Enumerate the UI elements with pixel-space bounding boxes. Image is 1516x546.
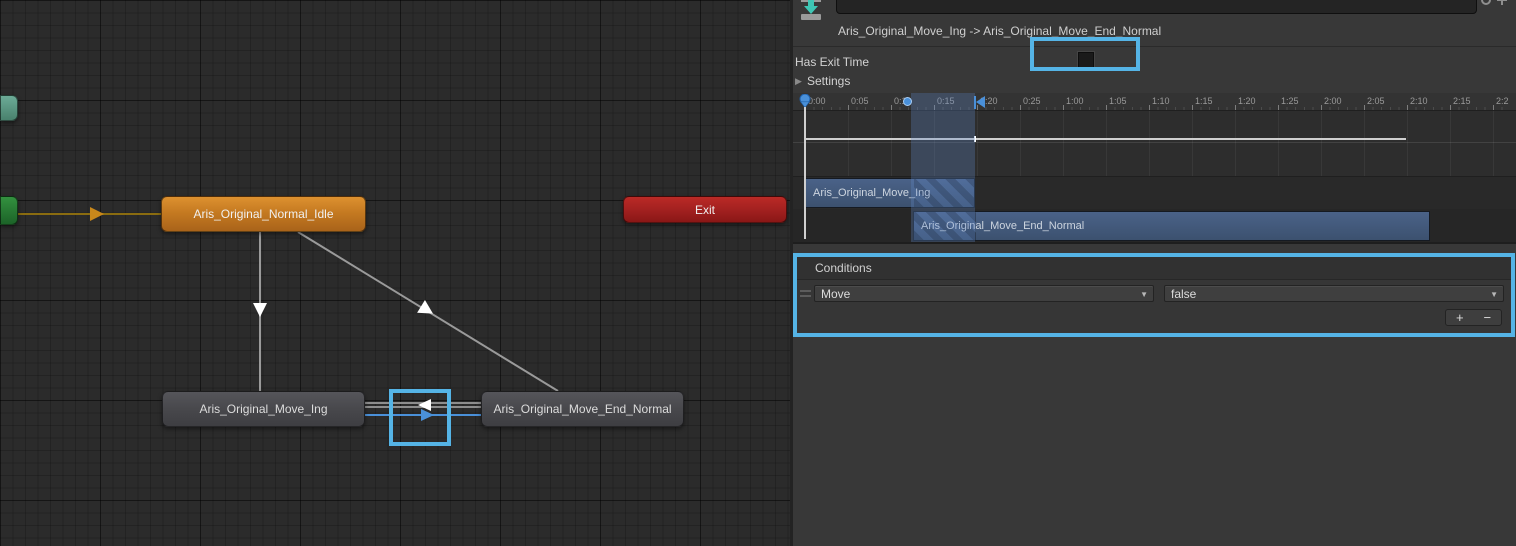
tick-label: 2:10 [1410,96,1428,106]
tick-label: 2:15 [1453,96,1471,106]
transition-arrow-icon [90,207,104,221]
divider [793,46,1516,47]
tick-label: 1:05 [1109,96,1127,106]
ruler-tick [1235,105,1236,110]
inspector-panel: Aris_Original_Move_Ing -> Aris_Original_… [793,0,1516,546]
state-node-label: Aris_Original_Move_Ing [199,402,327,416]
state-node-move-ing[interactable]: Aris_Original_Move_Ing [162,391,365,427]
ruler-tick [891,105,892,110]
transition-start-handle[interactable] [903,97,912,106]
state-node-label: Aris_Original_Move_End_Normal [493,402,671,416]
transition-arrow-icon [417,300,437,320]
condition-value: false [1171,287,1196,301]
conditions-title: Conditions [815,261,872,275]
tick-label: 1:25 [1281,96,1299,106]
playhead-line[interactable] [804,107,806,239]
transition-entry-to-idle[interactable] [18,207,162,221]
clip-move-end-normal[interactable]: Aris_Original_Move_End_Normal [913,211,1430,241]
ruler-tick [1063,105,1064,110]
tick-label: 0:25 [1023,96,1041,106]
ruler-tick [1192,105,1193,110]
tick-label: 1:10 [1152,96,1170,106]
ruler-tick [1020,105,1021,110]
state-node-label: Aris_Original_Normal_Idle [193,207,333,221]
condition-parameter-value: Move [821,287,850,301]
ruler-minor-ticks [805,107,1505,110]
state-machine-graph[interactable]: Aris_Original_Normal_Idle Exit Aris_Orig… [0,0,790,546]
add-icon[interactable] [1497,0,1507,5]
condition-parameter-dropdown[interactable]: Move ▼ [814,285,1154,302]
transition-icon [799,0,825,24]
ruler-tick [1493,105,1494,110]
ruler-tick [1149,105,1150,110]
transition-region-band[interactable] [911,93,975,242]
ruler-tick [1364,105,1365,110]
state-node-label: Exit [695,203,715,217]
transition-title: Aris_Original_Move_Ing -> Aris_Original_… [838,24,1161,38]
transition-name-field[interactable] [836,0,1477,14]
transition-end-arrow-icon[interactable] [976,96,985,108]
tick-label: 1:00 [1066,96,1084,106]
state-node-exit[interactable]: Exit [623,196,787,223]
transition-wires [0,0,790,546]
tutorial-highlight-has-exit-time [1030,37,1140,71]
tick-label: 1:20 [1238,96,1256,106]
ruler-tick [1450,105,1451,110]
conditions-panel: Conditions Move ▼ false ▼ + − [793,253,1515,337]
conditions-header: Conditions [797,257,1511,280]
tick-label: 2:00 [1324,96,1342,106]
tick-label: 0:05 [851,96,869,106]
state-node-move-end-normal[interactable]: Aris_Original_Move_End_Normal [481,391,684,427]
any-state-node-partial[interactable] [0,95,18,121]
entry-node-partial[interactable] [0,196,18,225]
chevron-down-icon: ▼ [1490,290,1498,299]
remove-condition-button[interactable]: − [1474,310,1502,325]
preset-icon[interactable] [1481,0,1491,5]
transition-idle-to-moveend[interactable] [298,232,558,391]
transition-idle-to-moveing[interactable] [253,232,267,391]
has-exit-time-label: Has Exit Time [795,55,869,69]
transition-timeline[interactable]: 0:00 0:05 0:10 0:15 0:20 0:25 1:00 1:05 … [793,93,1516,244]
curve-row-separator [793,142,1516,143]
conditions-list-buttons: + − [1445,309,1502,326]
condition-value-dropdown[interactable]: false ▼ [1164,285,1504,302]
tick-label: 1:15 [1195,96,1213,106]
timeline-ruler[interactable]: 0:00 0:05 0:10 0:15 0:20 0:25 1:00 1:05 … [793,93,1516,111]
chevron-down-icon: ▼ [1140,290,1148,299]
ruler-tick [1407,105,1408,110]
timeline-bottom-edge [793,242,1516,244]
playhead-pin-icon[interactable] [799,94,811,108]
tick-label: 2:05 [1367,96,1385,106]
ruler-tick [1278,105,1279,110]
tutorial-highlight-transition [389,389,451,446]
blend-curve-line [805,138,1406,140]
ruler-tick [848,105,849,110]
settings-foldout[interactable]: Settings [807,74,850,88]
animator-window: Aris_Original_Normal_Idle Exit Aris_Orig… [0,0,1516,546]
ruler-tick [1106,105,1107,110]
transition-arrow-icon [253,303,267,317]
add-condition-button[interactable]: + [1446,310,1474,325]
foldout-caret-icon[interactable]: ▶ [795,76,802,87]
tick-label: 2:2 [1496,96,1509,106]
state-node-normal-idle[interactable]: Aris_Original_Normal_Idle [161,196,366,232]
ruler-tick [1321,105,1322,110]
drag-handle-icon[interactable] [800,290,811,297]
